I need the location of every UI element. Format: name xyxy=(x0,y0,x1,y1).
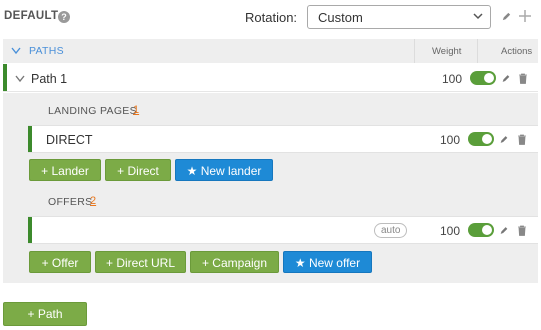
column-divider xyxy=(414,39,415,63)
offer-enabled-toggle[interactable] xyxy=(468,223,494,237)
landing-pages-label: LANDING PAGES xyxy=(48,105,137,117)
paths-section-label[interactable]: PATHS xyxy=(29,45,64,57)
weight-column-header: Weight xyxy=(432,46,462,57)
landing-pages-count[interactable]: 1 xyxy=(133,104,139,116)
landing-page-weight[interactable]: 100 xyxy=(430,133,460,147)
campaign-header: DEFAULT ? Rotation: Custom xyxy=(0,0,541,36)
offers-label: OFFERS xyxy=(48,196,93,208)
add-campaign-button[interactable]: + Campaign xyxy=(190,251,279,273)
pencil-icon[interactable] xyxy=(499,134,509,145)
trash-icon[interactable] xyxy=(517,225,527,236)
path-status-bar xyxy=(3,64,7,91)
new-lander-label: New lander xyxy=(200,164,262,178)
add-offer-button[interactable]: + Offer xyxy=(29,251,91,273)
offer-row[interactable]: auto 100 xyxy=(28,216,538,244)
rotation-select[interactable]: Custom xyxy=(307,5,491,29)
path-row[interactable]: Path 1 100 xyxy=(3,64,538,92)
landing-page-name: DIRECT xyxy=(46,133,93,147)
pencil-icon[interactable] xyxy=(501,11,512,22)
pencil-icon[interactable] xyxy=(499,225,509,236)
chevron-down-icon[interactable] xyxy=(15,75,25,83)
offer-status-bar xyxy=(28,217,32,243)
landing-page-row[interactable]: DIRECT 100 xyxy=(28,125,538,153)
pencil-icon[interactable] xyxy=(501,73,511,84)
add-path-button[interactable]: + Path xyxy=(3,302,87,326)
landing-page-enabled-toggle[interactable] xyxy=(468,132,494,146)
page-title: DEFAULT xyxy=(4,10,59,22)
add-direct-url-button[interactable]: + Direct URL xyxy=(95,251,186,273)
add-direct-button[interactable]: + Direct xyxy=(105,159,171,181)
actions-column-header: Actions xyxy=(501,46,533,57)
rotation-label: Rotation: xyxy=(245,10,298,25)
new-offer-button[interactable]: ★ New offer xyxy=(283,251,372,273)
chevron-down-icon[interactable] xyxy=(11,47,21,55)
offer-weight[interactable]: 100 xyxy=(430,224,460,238)
path-weight[interactable]: 100 xyxy=(432,72,462,86)
trash-icon[interactable] xyxy=(518,73,528,84)
new-offer-label: New offer xyxy=(308,256,361,270)
star-icon: ★ xyxy=(186,164,201,178)
column-divider xyxy=(477,39,478,63)
chevron-down-icon xyxy=(473,13,483,20)
new-lander-button[interactable]: ★ New lander xyxy=(175,159,273,181)
path-enabled-toggle[interactable] xyxy=(470,71,496,85)
trash-icon[interactable] xyxy=(517,134,527,145)
add-lander-button[interactable]: + Lander xyxy=(29,159,101,181)
question-circle-icon[interactable]: ? xyxy=(58,11,70,23)
rotation-select-value: Custom xyxy=(318,10,363,25)
plus-icon[interactable] xyxy=(518,9,532,23)
auto-badge: auto xyxy=(374,223,408,238)
star-icon: ★ xyxy=(294,256,309,270)
paths-table-header: PATHS Weight Actions xyxy=(3,39,538,63)
path-name: Path 1 xyxy=(31,72,68,86)
offers-count[interactable]: 2 xyxy=(90,195,96,207)
landing-page-status-bar xyxy=(28,126,32,152)
